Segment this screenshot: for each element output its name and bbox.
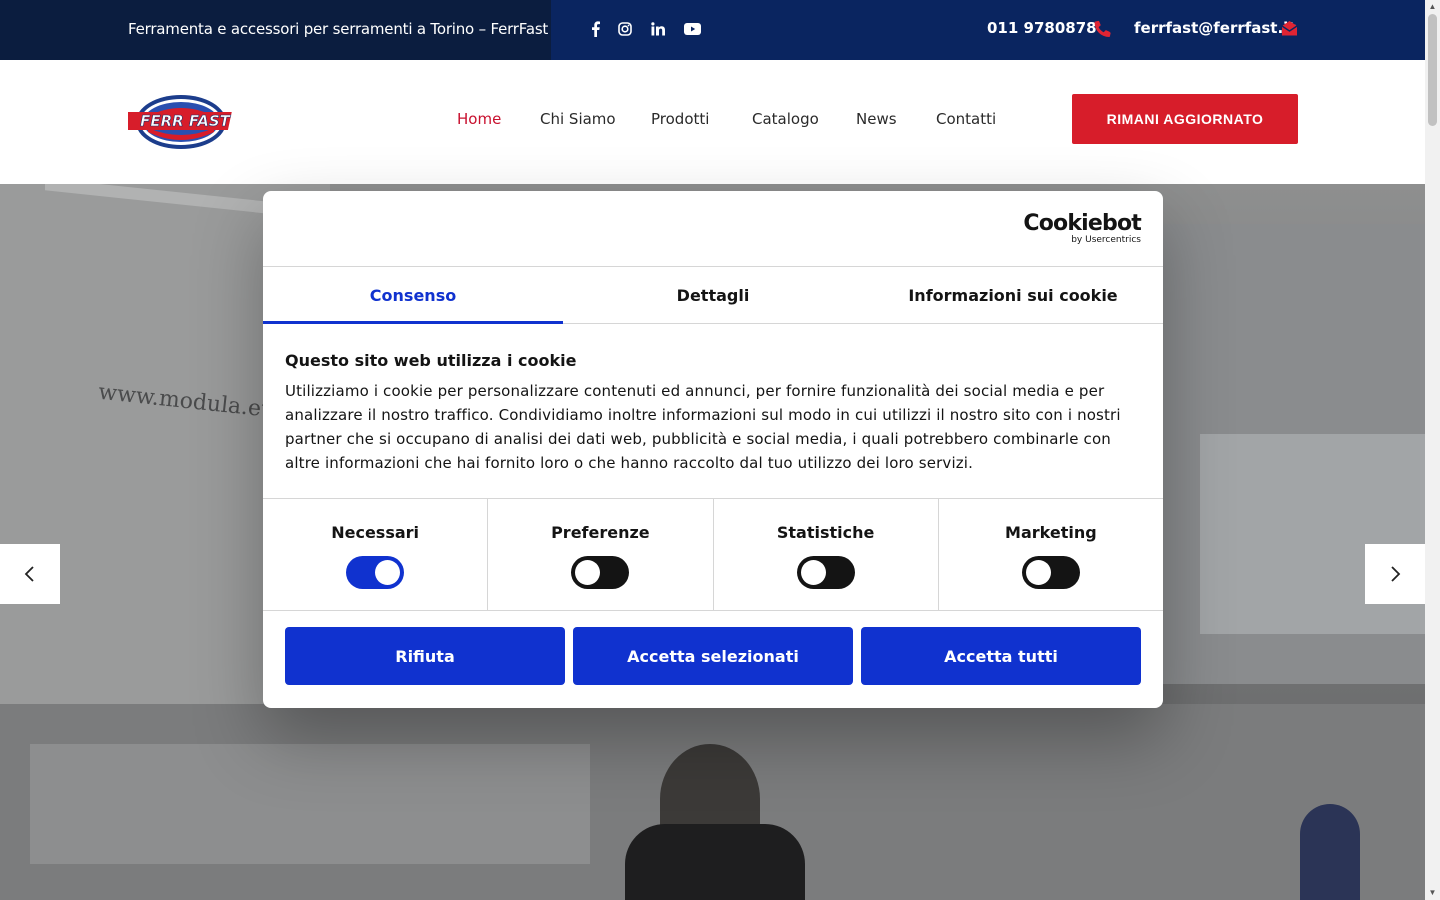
cookie-title: Questo sito web utilizza i cookie [285, 351, 577, 370]
nav-chi-siamo[interactable]: Chi Siamo [540, 110, 616, 128]
envelope-open-icon [1281, 20, 1299, 38]
tab-consenso[interactable]: Consenso [263, 267, 563, 324]
instagram-icon[interactable] [617, 18, 633, 40]
cookie-tabs: Consenso Dettagli Informazioni sui cooki… [263, 266, 1163, 324]
page-scrollbar[interactable]: ▲ ▼ [1425, 0, 1440, 900]
tab-informazioni-sui-cookie[interactable]: Informazioni sui cookie [863, 267, 1163, 323]
accetta-tutti-button[interactable]: Accetta tutti [861, 627, 1141, 685]
toggle-label-statistiche: Statistiche [776, 523, 875, 542]
cookiebot-brand: Cookiebot [1023, 211, 1141, 236]
scroll-thumb[interactable] [1428, 14, 1437, 126]
hero-workbench [30, 744, 590, 864]
slider-next-button[interactable] [1365, 544, 1425, 604]
cookiebot-brand-sub: by Usercentrics [1071, 235, 1141, 245]
tab-dettagli[interactable]: Dettagli [563, 267, 863, 323]
scroll-down-arrow-icon[interactable]: ▼ [1428, 888, 1437, 897]
slider-prev-button[interactable] [0, 544, 60, 604]
cookie-category-toggles: Necessari Preferenze Statistiche Marketi… [263, 498, 1163, 611]
scroll-up-arrow-icon[interactable]: ▲ [1428, 2, 1437, 11]
youtube-icon[interactable] [683, 18, 701, 40]
toggle-label-necessari: Necessari [331, 523, 420, 542]
hero-worker-body [625, 824, 805, 900]
hero-office-window [1200, 434, 1425, 634]
site-header: FERR FAST Home Chi Siamo Prodotti Catalo… [0, 60, 1425, 184]
cookie-button-row: Rifiuta Accetta selezionati Accetta tutt… [285, 627, 1141, 685]
hero-background-person [1300, 804, 1360, 900]
toggle-knob [375, 560, 401, 585]
email-address[interactable]: ferrfast@ferrfast.it [1134, 19, 1296, 37]
necessari-toggle[interactable] [346, 556, 405, 589]
toggle-knob [800, 560, 826, 585]
linkedin-icon[interactable] [650, 18, 666, 40]
preferenze-toggle[interactable] [571, 556, 630, 589]
accetta-selezionati-button[interactable]: Accetta selezionati [573, 627, 853, 685]
toggle-knob [1025, 560, 1051, 585]
phone-icon [1094, 20, 1112, 38]
nav-home[interactable]: Home [457, 110, 501, 128]
ferrfast-logo[interactable]: FERR FAST [121, 92, 238, 152]
nav-contatti[interactable]: Contatti [936, 110, 996, 128]
nav-news[interactable]: News [856, 110, 897, 128]
toggle-knob [575, 560, 601, 585]
nav-prodotti[interactable]: Prodotti [651, 110, 709, 128]
rifiuta-button[interactable]: Rifiuta [285, 627, 565, 685]
toggle-cell-marketing: Marketing [939, 499, 1163, 610]
rimani-aggiornato-button[interactable]: RIMANI AGGIORNATO [1072, 94, 1298, 144]
toggle-cell-statistiche: Statistiche [714, 499, 939, 610]
site-tagline: Ferramenta e accessori per serramenti a … [128, 20, 549, 38]
nav-catalogo[interactable]: Catalogo [752, 110, 819, 128]
toggle-cell-necessari: Necessari [263, 499, 489, 610]
toggle-label-marketing: Marketing [1005, 523, 1097, 542]
top-bar: Ferramenta e accessori per serramenti a … [0, 0, 1425, 60]
facebook-icon[interactable] [588, 18, 602, 40]
cookie-description: Utilizziamo i cookie per personalizzare … [285, 382, 1121, 472]
toggle-cell-preferenze: Preferenze [488, 499, 714, 610]
phone-number[interactable]: 011 9780878 [987, 19, 1097, 37]
marketing-toggle[interactable] [1021, 556, 1080, 589]
statistiche-toggle[interactable] [796, 556, 855, 589]
cookie-consent-dialog: Cookiebot by Usercentrics Consenso Detta… [263, 191, 1163, 708]
svg-text:FERR FAST: FERR FAST [140, 112, 232, 130]
cookiebot-logo: Cookiebot by Usercentrics [1023, 211, 1141, 246]
toggle-label-preferenze: Preferenze [551, 523, 650, 542]
